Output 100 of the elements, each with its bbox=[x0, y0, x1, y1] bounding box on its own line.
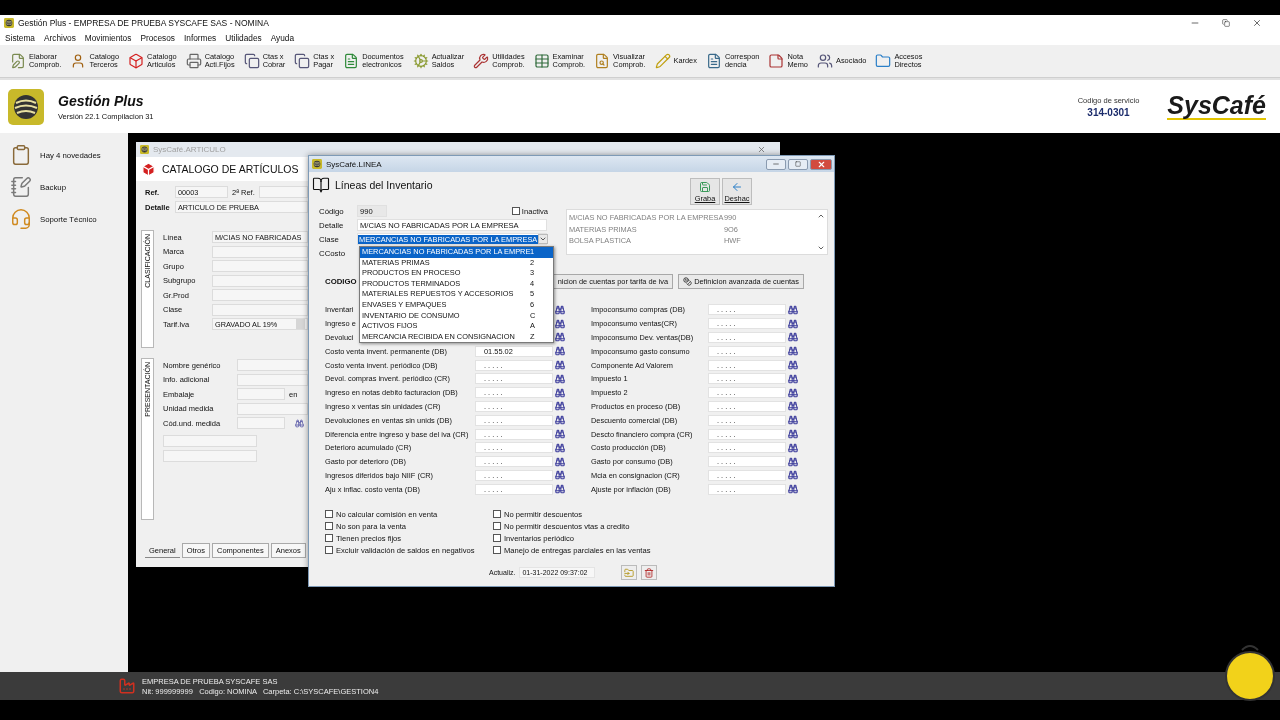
text-field[interactable] bbox=[212, 260, 308, 272]
document-icon bbox=[705, 53, 722, 69]
menu-item[interactable]: Sistema bbox=[5, 33, 35, 43]
search-icon[interactable] bbox=[788, 360, 798, 371]
text-field[interactable] bbox=[237, 388, 285, 400]
checkbox[interactable] bbox=[325, 546, 333, 555]
app-logo-icon bbox=[140, 145, 149, 154]
maximize-icon bbox=[795, 161, 801, 167]
coins-icon bbox=[683, 277, 693, 286]
menu-item[interactable]: Archivos bbox=[44, 33, 76, 43]
minimize-icon bbox=[772, 160, 780, 168]
menu-item[interactable]: Ayuda bbox=[270, 33, 295, 43]
search-icon[interactable] bbox=[555, 373, 565, 384]
pencil-icon bbox=[654, 53, 671, 69]
note-icon bbox=[768, 53, 785, 69]
checkbox[interactable] bbox=[511, 207, 520, 215]
checkbox[interactable] bbox=[325, 522, 333, 531]
search-icon[interactable] bbox=[555, 304, 565, 315]
search-icon[interactable] bbox=[788, 304, 798, 315]
notebook-pen-icon bbox=[10, 176, 32, 198]
search-icon[interactable] bbox=[295, 418, 304, 428]
document-icon bbox=[343, 53, 360, 69]
search-icon[interactable] bbox=[555, 415, 565, 426]
search-icon[interactable] bbox=[788, 415, 798, 426]
window-title: SysCafé.ARTICULO bbox=[153, 145, 226, 154]
text-field[interactable] bbox=[212, 245, 308, 258]
search-icon[interactable] bbox=[788, 387, 798, 398]
text-field[interactable] bbox=[258, 186, 308, 198]
delete-button[interactable] bbox=[641, 565, 658, 581]
menu-item[interactable]: Informes bbox=[184, 33, 217, 43]
search-icon[interactable] bbox=[788, 442, 798, 453]
people-icon bbox=[817, 53, 833, 69]
close-button[interactable] bbox=[810, 158, 832, 170]
printer-icon bbox=[185, 53, 202, 69]
checkbox[interactable] bbox=[493, 510, 501, 519]
window-title: SysCafé.LINEA bbox=[326, 159, 382, 169]
search-icon[interactable] bbox=[555, 442, 565, 453]
app-logo-icon bbox=[8, 88, 44, 125]
search-icon[interactable] bbox=[788, 429, 798, 440]
gear-icon bbox=[412, 53, 429, 69]
documents-icon bbox=[243, 53, 260, 69]
menu-item[interactable]: Movimientos bbox=[84, 33, 132, 43]
menu-item[interactable]: Procesos bbox=[140, 33, 175, 43]
wrench-icon bbox=[473, 53, 490, 69]
text-field[interactable] bbox=[212, 274, 308, 287]
search-icon[interactable] bbox=[788, 484, 798, 495]
factory-icon bbox=[118, 677, 136, 695]
search-icon[interactable] bbox=[788, 373, 798, 384]
document-search-icon bbox=[594, 53, 611, 69]
checkbox[interactable] bbox=[325, 534, 333, 543]
search-icon[interactable] bbox=[555, 484, 565, 495]
restore-icon[interactable] bbox=[1222, 19, 1230, 27]
app-logo-icon bbox=[312, 159, 322, 169]
product-name: Gestión Plus bbox=[58, 92, 145, 109]
search-icon[interactable] bbox=[555, 360, 565, 371]
search-icon[interactable] bbox=[555, 332, 565, 343]
brand-logo: SysCafé bbox=[1167, 93, 1266, 120]
headset-icon bbox=[10, 208, 32, 230]
app-logo-icon bbox=[4, 18, 14, 28]
table-icon bbox=[533, 53, 550, 69]
search-icon[interactable] bbox=[555, 318, 565, 329]
search-icon[interactable] bbox=[788, 346, 798, 357]
search-icon[interactable] bbox=[788, 318, 798, 329]
close-icon[interactable] bbox=[1252, 18, 1262, 28]
search-icon[interactable] bbox=[555, 456, 565, 467]
folder-icon bbox=[624, 567, 635, 578]
scroll-up-icon[interactable] bbox=[817, 212, 825, 220]
text-field[interactable] bbox=[163, 434, 257, 447]
book-icon bbox=[312, 176, 330, 194]
checkbox[interactable] bbox=[493, 534, 501, 543]
text-field[interactable] bbox=[237, 373, 308, 386]
text-field[interactable] bbox=[237, 417, 285, 429]
cube-icon bbox=[141, 161, 156, 177]
search-icon[interactable] bbox=[788, 401, 798, 412]
checkbox[interactable] bbox=[493, 522, 501, 531]
scroll-down-icon[interactable] bbox=[817, 244, 825, 252]
text-field[interactable] bbox=[237, 359, 308, 371]
text-field[interactable] bbox=[212, 303, 308, 316]
search-icon[interactable] bbox=[788, 456, 798, 467]
text-field[interactable] bbox=[163, 450, 257, 462]
search-icon[interactable] bbox=[555, 470, 565, 481]
cube-icon bbox=[128, 53, 145, 69]
text-field[interactable] bbox=[237, 402, 308, 415]
menu-item[interactable]: Utilidades bbox=[225, 33, 262, 43]
search-icon[interactable] bbox=[788, 470, 798, 481]
clipboard-icon bbox=[10, 144, 32, 166]
checkbox[interactable] bbox=[493, 546, 501, 555]
window-heading: CATALOGO DE ARTÍCULOS bbox=[162, 163, 299, 175]
search-icon[interactable] bbox=[788, 332, 798, 343]
trash-icon bbox=[644, 567, 655, 578]
window-title: Gestión Plus - EMPRESA DE PRUEBA SYSCAFE SAS - NOMINA bbox=[18, 18, 269, 28]
chevron-down-icon bbox=[539, 235, 548, 243]
text-field[interactable] bbox=[212, 289, 308, 301]
search-icon[interactable] bbox=[555, 387, 565, 398]
search-icon[interactable] bbox=[555, 401, 565, 412]
checkbox[interactable] bbox=[325, 510, 333, 519]
search-icon[interactable] bbox=[555, 429, 565, 440]
search-icon[interactable] bbox=[555, 346, 565, 357]
close-icon[interactable] bbox=[757, 145, 766, 154]
close-icon bbox=[816, 159, 826, 169]
